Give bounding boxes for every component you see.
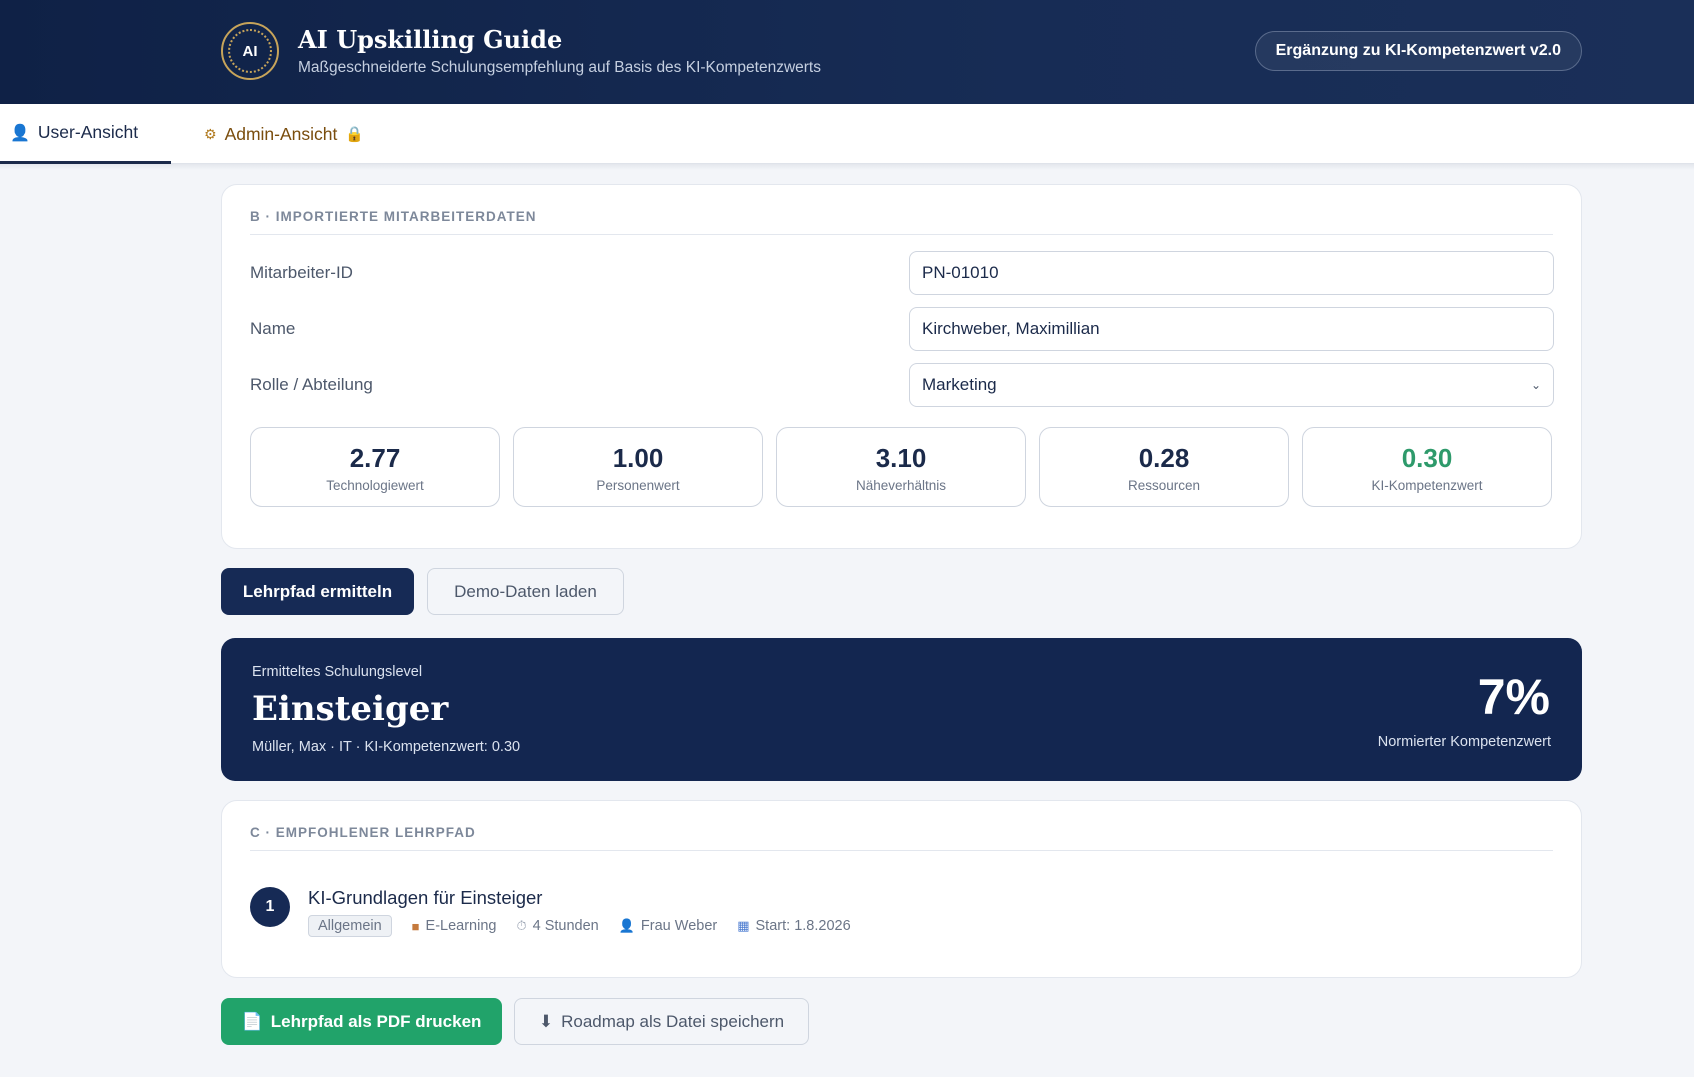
result-percent: 7% <box>1477 669 1550 725</box>
divider <box>0 164 1694 170</box>
learning-path-card: C · EMPFOHLENER LEHRPFAD 1 KI-Grundlagen… <box>221 800 1582 978</box>
metric-label: Technologiewert <box>326 478 424 493</box>
user-icon: 👤 <box>10 124 30 142</box>
course-meta: Allgemein ■ E-Learning ⏱ 4 Stunden 👤 Fra… <box>308 915 871 937</box>
course-format: ■ E-Learning <box>412 918 497 934</box>
save-roadmap-label: Roadmap als Datei speichern <box>561 1011 785 1031</box>
role-select[interactable]: Marketing ⌄ <box>909 363 1554 407</box>
version-badge: Ergänzung zu KI-Kompetenzwert v2.0 <box>1254 31 1582 71</box>
course-trainer: 👤 Frau Weber <box>619 918 717 934</box>
chevron-down-icon: ⌄ <box>1530 378 1541 392</box>
metric-value: 3.10 <box>875 443 927 473</box>
tab-user-view[interactable]: 👤 User-Ansicht <box>0 104 171 164</box>
ai-logo-icon: AI <box>221 22 279 80</box>
print-pdf-button[interactable]: 📄 Lehrpfad als PDF drucken <box>221 998 502 1045</box>
employee-id-label: Mitarbeiter-ID <box>250 263 353 282</box>
course-trainer-text: Frau Weber <box>640 918 718 934</box>
result-percent-label: Normierter Kompetenzwert <box>1377 734 1551 750</box>
result-level: Einsteiger <box>252 689 449 729</box>
name-label: Name <box>250 319 296 338</box>
section-b-heading: B · IMPORTIERTE MITARBEITERDATEN <box>250 209 1553 235</box>
metric-label: Personenwert <box>596 478 680 493</box>
save-roadmap-button[interactable]: ⬇ Roadmap als Datei speichern <box>514 998 809 1045</box>
result-panel: Ermitteltes Schulungslevel Einsteiger Mü… <box>221 638 1582 781</box>
app-subtitle: Maßgeschneiderte Schulungsempfehlung auf… <box>298 59 821 76</box>
course-format-text: E-Learning <box>425 918 497 934</box>
course-start-text: Start: 1.8.2026 <box>755 918 851 934</box>
metric-label: Ressourcen <box>1127 478 1201 493</box>
calendar-icon: ▦ <box>737 918 750 933</box>
role-select-value: Marketing <box>922 375 997 394</box>
tab-user-label: User-Ansicht <box>37 122 139 142</box>
metric-person: 1.00 Personenwert <box>513 427 763 507</box>
course-tag: Allgemein <box>308 915 392 937</box>
metric-ai-competence: 0.30 KI-Kompetenzwert <box>1302 427 1552 507</box>
employee-data-card: B · IMPORTIERTE MITARBEITERDATEN Mitarbe… <box>221 184 1582 549</box>
metric-technology: 2.77 Technologiewert <box>250 427 500 507</box>
load-demo-data-button[interactable]: Demo-Daten laden <box>427 568 624 615</box>
metric-value: 0.28 <box>1138 443 1190 473</box>
person-icon: 👤 <box>618 918 635 933</box>
tab-bar: 👤 User-Ansicht ⚙ Admin-Ansicht 🔒 <box>0 104 1694 164</box>
course-start: ▦ Start: 1.8.2026 <box>737 918 850 934</box>
metric-value: 2.77 <box>349 443 401 473</box>
result-subline: Müller, Max · IT · KI-Kompetenzwert: 0.3… <box>252 739 521 755</box>
metric-resources: 0.28 Ressourcen <box>1039 427 1289 507</box>
app-header: AI AI Upskilling Guide Maßgeschneiderte … <box>0 0 1694 104</box>
employee-id-input[interactable]: PN-01010 <box>909 251 1554 295</box>
metric-label: Näheverhältnis <box>855 478 947 493</box>
course-duration: ⏱ 4 Stunden <box>516 918 598 934</box>
package-icon: ■ <box>411 918 420 934</box>
name-input[interactable]: Kirchweber, Maximillian <box>909 307 1554 351</box>
tab-admin-label: Admin-Ansicht <box>224 123 338 144</box>
lock-icon: 🔒 <box>345 126 365 143</box>
metric-proximity: 3.10 Näheverhältnis <box>776 427 1026 507</box>
metric-value: 0.30 <box>1401 443 1453 473</box>
metric-label: KI-Kompetenzwert <box>1371 478 1483 493</box>
gear-icon: ⚙ <box>204 125 217 142</box>
metric-value: 1.00 <box>612 443 664 473</box>
result-caption: Ermitteltes Schulungslevel <box>252 664 423 680</box>
download-icon: ⬇ <box>538 1011 554 1031</box>
section-c-heading: C · EMPFOHLENER LEHRPFAD <box>250 825 1553 851</box>
course-title: KI-Grundlagen für Einsteiger <box>308 887 543 908</box>
print-pdf-label: Lehrpfad als PDF drucken <box>270 1011 482 1031</box>
clock-icon: ⏱ <box>516 918 527 933</box>
document-icon: 📄 <box>241 1011 263 1031</box>
determine-path-button[interactable]: Lehrpfad ermitteln <box>221 568 414 615</box>
tab-admin-view[interactable]: ⚙ Admin-Ansicht 🔒 <box>204 104 364 164</box>
course-duration-text: 4 Stunden <box>532 918 599 934</box>
app-title: AI Upskilling Guide <box>298 25 563 54</box>
role-label: Rolle / Abteilung <box>250 375 373 394</box>
step-number: 1 <box>250 887 290 927</box>
